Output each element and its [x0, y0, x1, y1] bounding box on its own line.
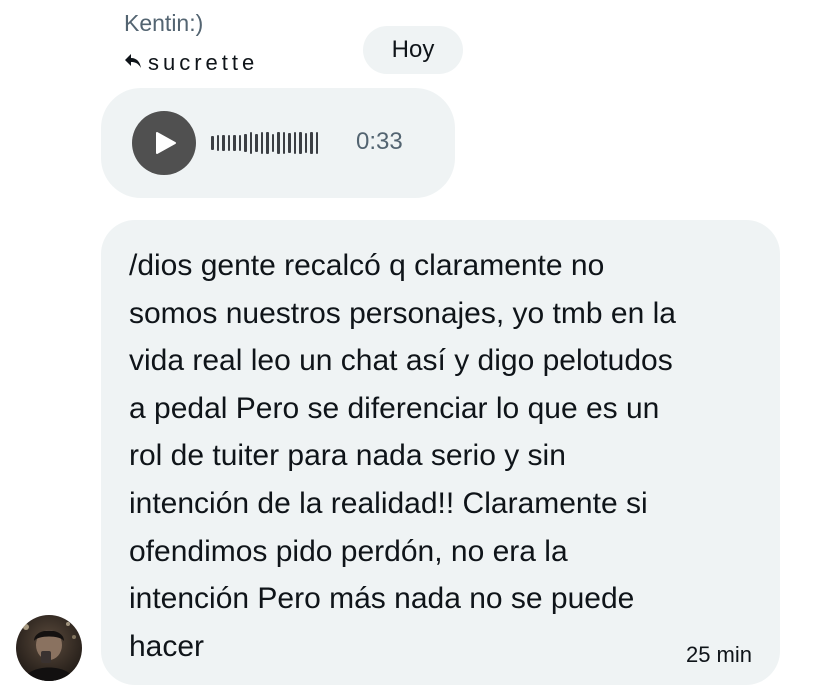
- audio-waveform[interactable]: [211, 132, 318, 154]
- reply-target-name: sucrette: [148, 50, 259, 75]
- play-button[interactable]: [132, 111, 196, 175]
- sender-avatar[interactable]: [16, 615, 82, 681]
- message-line: hacer: [129, 629, 205, 663]
- text-message-bubble[interactable]: /dios gente recalcó q claramente no somo…: [101, 220, 780, 685]
- message-line: ofendimos pido perdón, no era la: [129, 534, 568, 568]
- message-line: /dios gente recalcó q claramente no: [129, 249, 605, 282]
- message-timestamp: 25 min: [685, 642, 752, 667]
- play-icon: [156, 132, 176, 154]
- reply-indicator[interactable]: sucrette: [124, 50, 258, 76]
- message-line: vida real leo un chat así y digo pelotud…: [129, 344, 673, 378]
- message-line: a pedal Pero se diferenciar lo que es un: [129, 391, 660, 425]
- message-line: rol de tuiter para nada serio y sin: [129, 439, 566, 473]
- audio-duration: 0:33: [356, 128, 403, 155]
- sender-name[interactable]: Kentin:): [124, 10, 203, 37]
- message-line: intención Pero más nada no se puede: [129, 582, 635, 616]
- message-line: intención de la realidad!! Claramente si: [129, 486, 648, 520]
- message-text: /dios gente recalcó q claramente no somo…: [129, 242, 769, 670]
- audio-message-bubble[interactable]: 0:33: [101, 88, 455, 198]
- date-separator: Hoy: [363, 26, 463, 74]
- message-line: somos nuestros personajes, yo tmb en la: [129, 296, 676, 330]
- reply-arrow-icon: [124, 53, 142, 74]
